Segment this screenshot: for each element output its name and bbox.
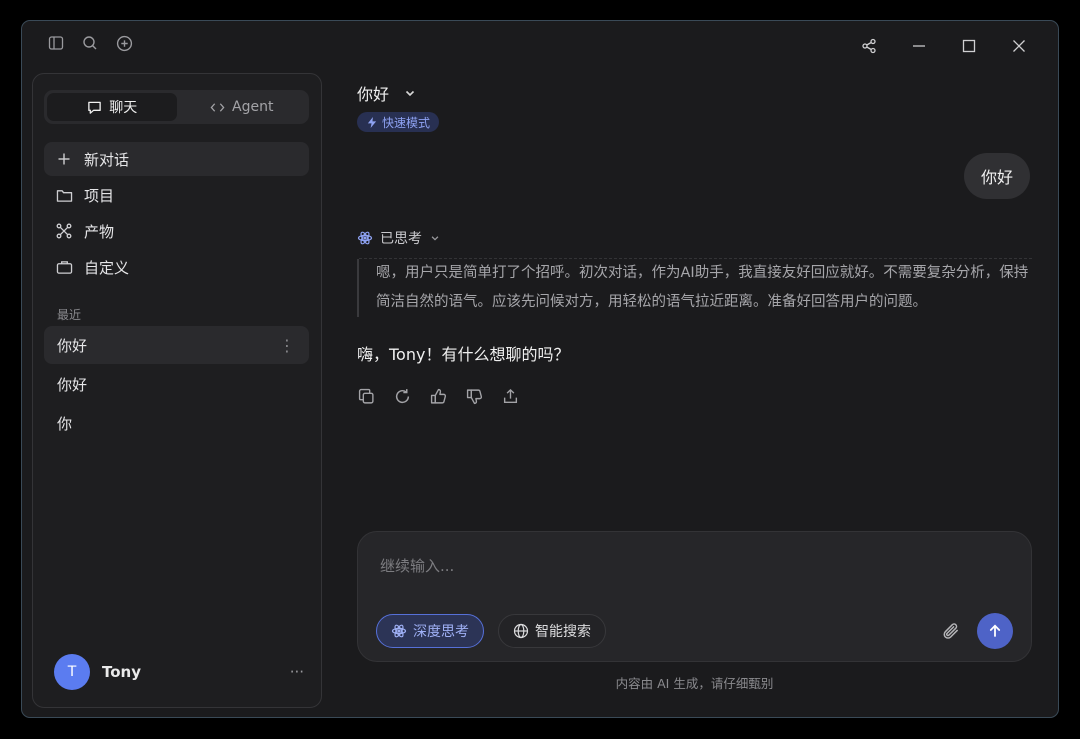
deep-think-label: 深度思考 xyxy=(413,624,469,640)
lightning-icon xyxy=(366,116,377,128)
send-button[interactable] xyxy=(977,613,1013,649)
deep-think-toggle[interactable]: 深度思考 xyxy=(376,614,484,648)
smart-search-toggle[interactable]: 智能搜索 xyxy=(498,614,606,648)
share-icon[interactable] xyxy=(501,387,519,405)
folder-icon xyxy=(55,186,73,204)
atom-icon xyxy=(391,623,407,639)
smart-search-label: 智能搜索 xyxy=(535,624,591,640)
thinking-toggle[interactable]: 已思考 xyxy=(357,228,441,248)
thinking-text: 嗯，用户只是简单打了个招呼。初次对话，作为AI助手，我直接友好回应就好。不需要复… xyxy=(376,265,1029,310)
recent-item-label: 你好 xyxy=(57,375,88,394)
share-icon[interactable] xyxy=(844,35,894,57)
divider xyxy=(359,258,1032,259)
thumbs-up-icon[interactable] xyxy=(429,387,447,405)
window-controls xyxy=(844,35,1044,57)
more-options-icon[interactable]: ⋮ xyxy=(279,336,295,355)
recent-section-label: 最近 xyxy=(57,308,82,322)
chevron-down-icon xyxy=(403,86,417,100)
avatar: T xyxy=(54,654,90,690)
mode-tabs: 聊天 Agent xyxy=(44,90,309,124)
conversation-title[interactable]: 你好 xyxy=(357,81,417,105)
sidebar-item-label: 产物 xyxy=(84,222,115,241)
list-item[interactable]: 你 xyxy=(44,404,309,442)
sidebar-item-label: 自定义 xyxy=(84,258,130,277)
atom-icon xyxy=(357,230,373,246)
maximize-icon[interactable] xyxy=(944,35,994,57)
tab-chat-label: 聊天 xyxy=(109,100,138,116)
plus-icon xyxy=(55,150,73,168)
thinking-label: 已思考 xyxy=(380,231,422,247)
sidebar-item-new-chat[interactable]: 新对话 xyxy=(44,142,309,176)
minimize-icon[interactable] xyxy=(894,35,944,57)
list-item[interactable]: 你好 ⋮ xyxy=(44,326,309,364)
app-window: 聊天 Agent 新对话 项目 产物 自定义 最近 你好 ⋮ 你好 你 T To… xyxy=(21,20,1059,718)
tab-agent[interactable]: Agent xyxy=(177,93,307,121)
tab-chat[interactable]: 聊天 xyxy=(47,93,177,121)
user-menu-icon[interactable]: ··· xyxy=(290,663,304,681)
message-actions xyxy=(357,387,519,405)
sidebar: 聊天 Agent 新对话 项目 产物 自定义 最近 你好 ⋮ 你好 你 T To… xyxy=(32,73,322,708)
message-input[interactable] xyxy=(380,554,1000,578)
sidebar-item-label: 项目 xyxy=(84,186,115,205)
copy-icon[interactable] xyxy=(357,387,375,405)
chevron-down-icon xyxy=(429,232,441,244)
recent-list: 你好 ⋮ 你好 你 xyxy=(44,326,309,443)
nodes-icon xyxy=(55,222,73,240)
sidebar-item-artifacts[interactable]: 产物 xyxy=(44,214,309,248)
ai-disclaimer: 内容由 AI 生成，请仔细甄别 xyxy=(615,676,774,691)
code-brackets-icon xyxy=(209,99,225,115)
arrow-up-icon xyxy=(987,623,1003,639)
user-name: Tony xyxy=(102,663,142,681)
sidebar-item-label: 新对话 xyxy=(84,150,130,169)
regenerate-icon[interactable] xyxy=(393,387,411,405)
sidebar-nav: 新对话 项目 产物 自定义 xyxy=(44,142,309,286)
briefcase-icon xyxy=(55,258,73,276)
list-item[interactable]: 你好 xyxy=(44,365,309,403)
recent-item-label: 你 xyxy=(57,414,73,433)
assistant-message: 嗨，Tony！有什么想聊的吗？ xyxy=(357,345,570,364)
status-badge: 快速模式 xyxy=(357,112,440,132)
mode-badge-label: 快速模式 xyxy=(382,115,431,130)
message-composer: 深度思考 智能搜索 xyxy=(357,531,1032,662)
new-chat-icon[interactable] xyxy=(114,33,134,53)
recent-item-label: 你好 xyxy=(57,336,88,355)
close-icon[interactable] xyxy=(994,35,1044,57)
page-title: 你好 xyxy=(357,85,390,104)
search-icon[interactable] xyxy=(80,33,100,53)
user-message: 你好 xyxy=(963,153,1030,199)
thinking-content: 嗯，用户只是简单打了个招呼。初次对话，作为AI助手，我直接友好回应就好。不需要复… xyxy=(357,258,1032,317)
thumbs-down-icon[interactable] xyxy=(465,387,483,405)
chat-bubble-icon xyxy=(86,99,102,115)
sidebar-item-custom[interactable]: 自定义 xyxy=(44,250,309,284)
paperclip-icon[interactable] xyxy=(941,621,961,641)
globe-icon xyxy=(513,623,529,639)
sidebar-toggle-icon[interactable] xyxy=(46,33,66,53)
titlebar-left-tools xyxy=(46,33,134,53)
user-profile[interactable]: T Tony ··· xyxy=(54,653,304,691)
sidebar-item-projects[interactable]: 项目 xyxy=(44,178,309,212)
tab-agent-label: Agent xyxy=(232,99,274,115)
